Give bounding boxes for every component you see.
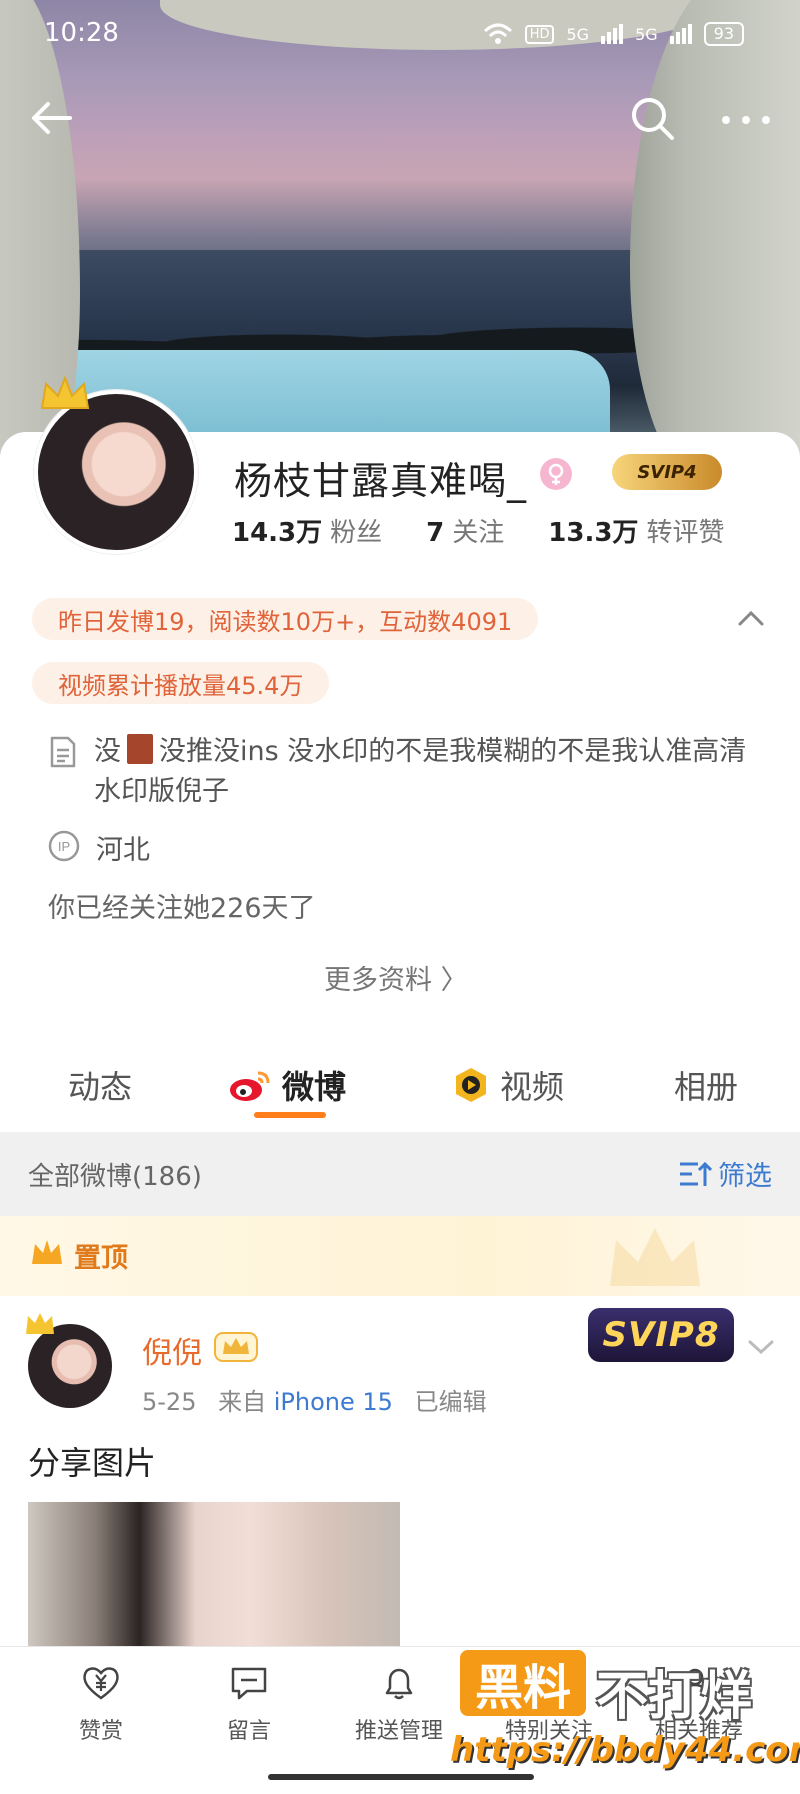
bio-text-start: 没	[94, 736, 121, 767]
stat-value: 7	[426, 518, 445, 548]
wifi-icon	[483, 23, 512, 44]
stat-label: 粉丝	[330, 518, 383, 548]
crown-icon	[40, 375, 90, 409]
filter-button[interactable]: 筛选	[678, 1154, 772, 1193]
signal-bars-2-icon	[669, 24, 692, 44]
stat-value: 14.3万	[232, 518, 323, 548]
watermark-url: https://bbdy44.com	[450, 1730, 800, 1770]
avatar-crown-icon	[26, 1313, 54, 1334]
post-meta: 5-25 来自 iPhone 15 已编辑	[142, 1382, 487, 1417]
pinned-post[interactable]: 置顶 倪倪 5-25 来自 iPhone 15 已编辑 SVIP8 分享图片	[0, 1216, 800, 1646]
pinned-label: 置顶	[74, 1243, 128, 1274]
profile-bio: 没没推没ins 没水印的不是我模糊的不是我认准高清水印版倪子	[94, 732, 754, 812]
post-author-avatar[interactable]	[28, 1324, 112, 1408]
heart-yen-icon	[83, 1667, 119, 1700]
stat-following[interactable]: 7 关注	[426, 512, 504, 549]
post-edited[interactable]: 已编辑	[415, 1388, 487, 1416]
profile-tabs: 动态 微博 视频 相册	[0, 1042, 800, 1132]
tab-weibo[interactable]: 微博	[228, 1062, 346, 1108]
follow-duration-text: 你已经关注她226天了	[48, 893, 316, 924]
filter-label: 筛选	[718, 1161, 772, 1192]
posts-filter-bar: 全部微博(186) 筛选	[0, 1132, 800, 1216]
stat-interactions[interactable]: 13.3万 转评赞	[548, 512, 724, 549]
tab-activity[interactable]: 动态	[68, 1062, 132, 1108]
back-arrow-icon[interactable]	[26, 92, 78, 144]
bio-text-rest: 没推没ins 没水印的不是我模糊的不是我认准高清水印版倪子	[94, 736, 747, 807]
post-date: 5-25	[142, 1388, 197, 1416]
all-posts-count[interactable]: 全部微博(186)	[28, 1156, 202, 1193]
video-plays-pill[interactable]: 视频累计播放量45.4万	[32, 662, 330, 704]
status-bar: 10:28 HD 5G 5G 93	[0, 0, 800, 70]
toolbar-push-settings[interactable]: 推送管理	[334, 1663, 464, 1745]
tab-label: 视频	[500, 1068, 565, 1106]
chat-icon	[231, 1667, 267, 1700]
video-play-icon	[456, 1068, 486, 1102]
stat-value: 13.3万	[548, 518, 639, 548]
svg-text:IP: IP	[58, 839, 70, 854]
toolbar-message[interactable]: 留言	[184, 1663, 314, 1745]
post-image[interactable]	[28, 1502, 400, 1646]
stat-followers[interactable]: 14.3万 粉丝	[232, 512, 382, 549]
chevron-down-icon[interactable]	[746, 1336, 776, 1358]
toolbar-label: 留言	[226, 1719, 271, 1744]
battery-indicator: 93	[703, 22, 744, 46]
document-icon	[50, 736, 76, 768]
tab-label: 相册	[674, 1068, 739, 1106]
decorative-crown-icon	[610, 1228, 700, 1286]
post-text: 分享图片	[28, 1444, 157, 1482]
signal-2-label: 5G	[635, 24, 658, 44]
search-icon[interactable]	[628, 94, 676, 142]
svip8-badge[interactable]: SVIP8	[588, 1308, 734, 1362]
female-gender-icon	[540, 458, 572, 490]
ip-location-text: 河北	[96, 835, 150, 866]
ip-location-icon: IP	[48, 830, 80, 862]
profile-stats: 14.3万 粉丝 7 关注 13.3万 转评赞	[232, 512, 768, 549]
stat-label: 关注	[452, 518, 505, 548]
pinned-strip: 置顶	[0, 1216, 800, 1296]
pinned-crown-icon	[32, 1240, 62, 1264]
post-source-prefix: 来自	[218, 1388, 267, 1416]
watermark-badge: 黑料	[460, 1650, 586, 1716]
post-author-name[interactable]: 倪倪	[142, 1328, 202, 1372]
vip-crown-badge-icon	[214, 1332, 258, 1362]
bell-icon	[385, 1668, 413, 1700]
toolbar-reward[interactable]: 赞赏	[36, 1663, 166, 1745]
toolbar-label: 赞赏	[78, 1719, 123, 1744]
weibo-logo-icon	[230, 1071, 270, 1101]
post-device[interactable]: iPhone 15	[274, 1388, 393, 1416]
tab-album[interactable]: 相册	[674, 1062, 738, 1108]
more-options-icon[interactable]	[718, 110, 774, 130]
status-time: 10:28	[44, 18, 119, 48]
svip-level-badge[interactable]: SVIP4	[612, 454, 722, 490]
filter-sort-icon	[680, 1161, 712, 1186]
more-info-link[interactable]: 更多资料 〉	[324, 958, 468, 997]
chevron-up-icon[interactable]	[736, 606, 766, 632]
tab-label: 动态	[68, 1068, 133, 1106]
tab-video[interactable]: 视频	[452, 1062, 564, 1108]
tab-label: 微博	[282, 1068, 347, 1106]
avatar-image	[34, 390, 198, 554]
watermark-overlay: 黑料 不打烊 https://bbdy44.com	[450, 1650, 800, 1790]
signal-bars-icon	[601, 24, 624, 44]
daily-stats-pill[interactable]: 昨日发博19，阅读数10万+，互动数4091	[32, 598, 539, 640]
stat-label: 转评赞	[646, 518, 725, 548]
toolbar-label: 推送管理	[354, 1719, 443, 1744]
profile-nickname: 杨枝甘露真难喝_	[234, 459, 528, 503]
door-emoji-icon	[127, 734, 153, 764]
watermark-text: 不打烊	[596, 1667, 753, 1727]
profile-avatar[interactable]	[34, 375, 198, 554]
cover-wall-right	[630, 0, 800, 470]
hd-indicator: HD	[524, 24, 555, 44]
status-icons: HD 5G 5G 93	[483, 22, 744, 46]
active-tab-indicator	[254, 1112, 326, 1118]
signal-1-label: 5G	[566, 24, 590, 44]
